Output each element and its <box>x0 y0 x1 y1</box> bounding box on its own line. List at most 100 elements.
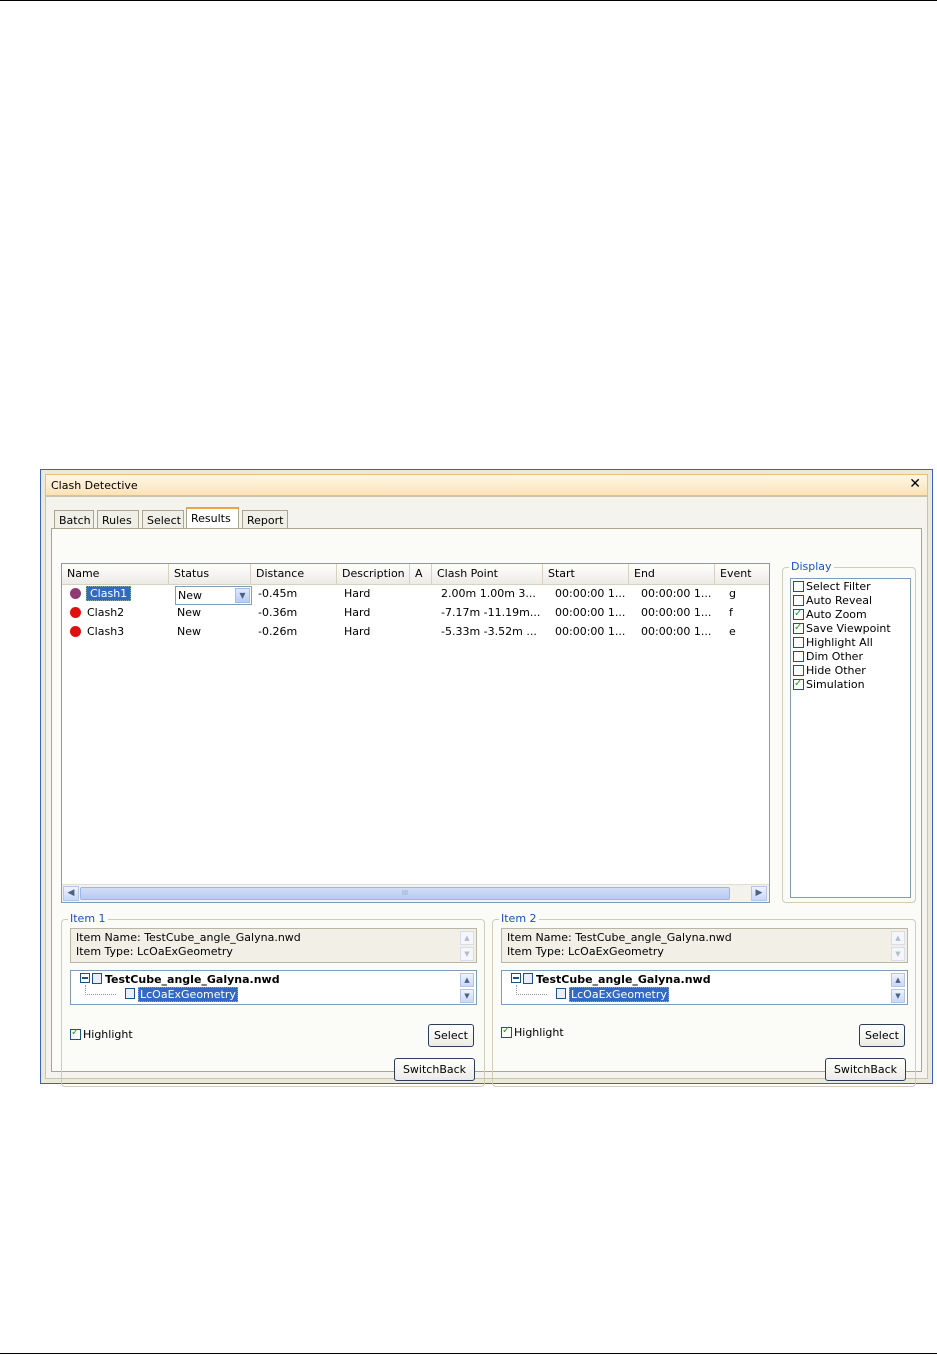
clash-end: 00:00:00 1... <box>641 587 712 600</box>
clash-end: 00:00:00 1... <box>641 606 712 619</box>
horizontal-scrollbar[interactable]: ◀ III ▶ <box>62 884 769 902</box>
clash-detective-window: Clash Detective ✕ Batch Rules Select Rep… <box>40 469 933 1087</box>
checkbox[interactable] <box>793 621 804 635</box>
column-header-description[interactable]: Description <box>337 564 410 584</box>
item2-name: Item Name: TestCube_angle_Galyna.nwd <box>507 931 732 944</box>
tab-rules[interactable]: Rules <box>97 510 139 528</box>
item1-group: Item 1 Item Name: TestCube_angle_Galyna.… <box>61 912 485 1087</box>
scroll-right-icon[interactable]: ▶ <box>751 886 767 901</box>
checkbox[interactable] <box>793 651 804 662</box>
clash-start: 00:00:00 1... <box>555 606 626 619</box>
option-select-filter[interactable]: Select Filter <box>793 580 871 594</box>
dialog-body: Batch Rules Select Report Results Name S… <box>45 496 928 1087</box>
checkbox[interactable] <box>793 581 804 592</box>
option-auto-reveal[interactable]: Auto Reveal <box>793 594 872 608</box>
item2-select-button[interactable]: Select <box>859 1024 905 1047</box>
status-dropdown[interactable]: New ▼ <box>175 586 252 605</box>
tree-connector <box>85 985 116 995</box>
display-options-list: Select Filter Auto Reveal Auto Zoom Save… <box>790 578 911 898</box>
checkbox[interactable] <box>793 665 804 676</box>
option-dim-other[interactable]: Dim Other <box>793 650 863 664</box>
geometry-icon <box>125 988 135 999</box>
item1-highlight-checkbox[interactable]: Highlight <box>70 1027 133 1041</box>
table-row[interactable]: Clash3 New -0.26m Hard -5.33m -3.52m ...… <box>62 623 769 641</box>
item2-type: Item Type: LcOaExGeometry <box>507 945 664 958</box>
tree-root-node[interactable]: TestCube_angle_Galyna.nwd <box>511 973 711 986</box>
item2-info-box: Item Name: TestCube_angle_Galyna.nwd Ite… <box>501 928 908 963</box>
clash-distance: -0.26m <box>258 625 298 638</box>
item1-select-button[interactable]: Select <box>428 1024 474 1047</box>
tab-select[interactable]: Select <box>142 510 184 528</box>
clash-status-dot-icon <box>70 626 81 637</box>
geometry-icon <box>556 988 566 999</box>
column-header-distance[interactable]: Distance <box>251 564 337 584</box>
results-grid: Name Status Distance Description A Clash… <box>61 563 770 903</box>
scroll-down-icon[interactable]: ▼ <box>460 989 474 1003</box>
scroll-down-icon[interactable]: ▼ <box>891 989 905 1003</box>
item1-switchback-button[interactable]: SwitchBack <box>394 1058 475 1081</box>
scroll-up-icon[interactable]: ▲ <box>460 931 474 945</box>
window-title: Clash Detective <box>51 479 138 492</box>
clash-status: New <box>177 606 201 619</box>
option-highlight-all[interactable]: Highlight All <box>793 636 873 650</box>
column-header-event[interactable]: Event <box>715 564 769 584</box>
table-row[interactable]: Clash2 New -0.36m Hard -7.17m -11.19m...… <box>62 604 769 622</box>
collapse-icon[interactable] <box>80 973 90 983</box>
display-legend: Display <box>789 560 834 573</box>
results-tab-panel: Name Status Distance Description A Clash… <box>51 528 922 1087</box>
clash-status: New <box>177 625 201 638</box>
checkbox[interactable] <box>793 607 804 621</box>
checkbox[interactable] <box>793 637 804 648</box>
column-header-a[interactable]: A <box>410 564 432 584</box>
clash-distance: -0.45m <box>258 587 298 600</box>
clash-point: -5.33m -3.52m ... <box>441 625 537 638</box>
checkbox[interactable] <box>70 1027 81 1040</box>
display-group: Display Select Filter Auto Reveal Auto Z… <box>782 560 916 903</box>
collapse-icon[interactable] <box>511 973 521 983</box>
clash-start: 00:00:00 1... <box>555 587 626 600</box>
column-header-status[interactable]: Status <box>169 564 251 584</box>
tree-connector <box>516 985 547 995</box>
table-row[interactable]: Clash1 New ▼ -0.45m Hard 2.00m 1.00m 3..… <box>62 585 769 605</box>
checkbox[interactable] <box>501 1025 512 1038</box>
scroll-down-icon[interactable]: ▼ <box>891 947 905 961</box>
tree-child-node[interactable]: LcOaExGeometry <box>125 987 238 1002</box>
clash-point: 2.00m 1.00m 3... <box>441 587 536 600</box>
chevron-down-icon[interactable]: ▼ <box>235 588 250 603</box>
option-hide-other[interactable]: Hide Other <box>793 664 866 678</box>
clash-description: Hard <box>344 606 371 619</box>
clash-name: Clash2 <box>87 606 125 619</box>
clash-point: -7.17m -11.19m... <box>441 606 541 619</box>
page-top-rule <box>0 0 937 1</box>
tree-root-node[interactable]: TestCube_angle_Galyna.nwd <box>80 973 280 986</box>
page-bottom-rule <box>0 1353 937 1354</box>
scroll-up-icon[interactable]: ▲ <box>891 973 905 987</box>
file-icon <box>523 973 533 984</box>
close-icon[interactable]: ✕ <box>909 476 921 492</box>
scroll-up-icon[interactable]: ▲ <box>460 973 474 987</box>
column-header-name[interactable]: Name <box>62 564 169 584</box>
scroll-thumb[interactable]: III <box>80 887 730 900</box>
scroll-left-icon[interactable]: ◀ <box>63 886 79 901</box>
title-bar[interactable]: Clash Detective ✕ <box>45 474 928 496</box>
column-header-clash-point[interactable]: Clash Point <box>432 564 543 584</box>
tab-report[interactable]: Report <box>242 510 288 528</box>
scroll-down-icon[interactable]: ▼ <box>460 947 474 961</box>
option-save-viewpoint[interactable]: Save Viewpoint <box>793 621 891 636</box>
scroll-up-icon[interactable]: ▲ <box>891 931 905 945</box>
tab-results[interactable]: Results <box>186 507 239 529</box>
checkbox[interactable] <box>793 595 804 606</box>
clash-name[interactable]: Clash1 <box>86 586 132 601</box>
status-dropdown-value: New <box>178 589 202 602</box>
item2-switchback-button[interactable]: SwitchBack <box>825 1058 906 1081</box>
item2-highlight-checkbox[interactable]: Highlight <box>501 1025 564 1039</box>
option-simulation[interactable]: Simulation <box>793 677 865 692</box>
checkbox[interactable] <box>793 677 804 691</box>
item1-legend: Item 1 <box>68 912 108 925</box>
clash-description: Hard <box>344 625 371 638</box>
tree-child-node[interactable]: LcOaExGeometry <box>556 987 669 1002</box>
tab-batch[interactable]: Batch <box>54 510 94 528</box>
column-header-end[interactable]: End <box>629 564 715 584</box>
option-auto-zoom[interactable]: Auto Zoom <box>793 607 867 622</box>
column-header-start[interactable]: Start <box>543 564 629 584</box>
